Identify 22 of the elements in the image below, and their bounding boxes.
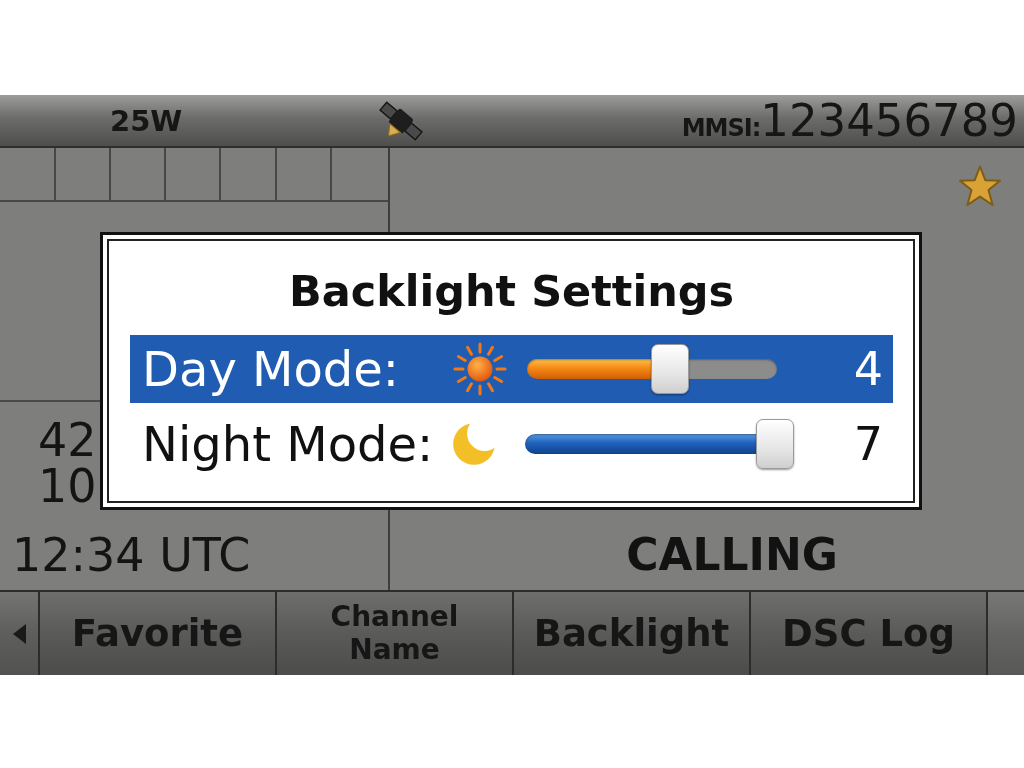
setting-row[interactable]: Night Mode: 7 <box>130 410 893 478</box>
slider-thumb[interactable] <box>756 419 794 469</box>
previous-keys-button[interactable] <box>0 592 38 675</box>
dialog-title: Backlight Settings <box>288 265 735 317</box>
slider-thumb[interactable] <box>650 344 689 394</box>
setting-row[interactable]: Day Mode: 4 <box>130 335 893 403</box>
soft-key[interactable]: Favorite <box>40 592 275 675</box>
power-level-text: 25W <box>110 103 183 138</box>
mmsi-number: 123456789 <box>760 98 1018 143</box>
level-value: 7 <box>852 421 884 467</box>
soft-key[interactable]: Channel Name <box>277 592 512 675</box>
soft-key[interactable]: DSC Log <box>751 592 986 675</box>
left-arrow-icon <box>12 623 26 644</box>
time-text: 12:34 UTC <box>12 532 251 578</box>
level-value: 4 <box>852 346 884 392</box>
moon-icon <box>452 422 496 466</box>
position-text: 10 <box>38 463 97 509</box>
position-text: 42 <box>38 417 97 463</box>
mmsi-label: MMSI: <box>681 114 761 142</box>
sun-icon <box>452 341 508 397</box>
soft-key[interactable]: Backlight <box>514 592 749 675</box>
call-status: CALLING <box>626 532 838 578</box>
